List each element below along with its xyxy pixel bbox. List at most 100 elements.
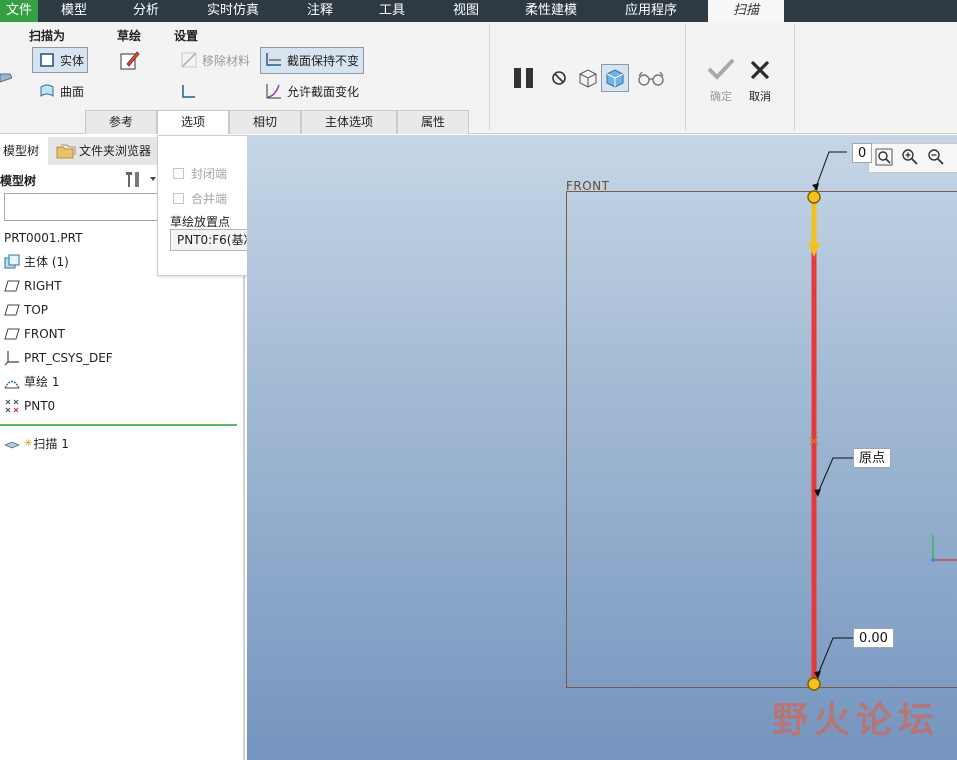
- tree-item-front[interactable]: FRONT: [4, 324, 65, 344]
- tree-item-sweep[interactable]: ✳ 扫描 1: [4, 434, 69, 454]
- cancel-label: 取消: [749, 90, 771, 103]
- start-direction-arrowhead: [808, 243, 820, 257]
- thicken-icon[interactable]: [180, 82, 198, 100]
- tree-item-top[interactable]: TOP: [4, 300, 48, 320]
- solid-icon: [40, 53, 54, 67]
- solid-button[interactable]: 实体: [38, 51, 84, 69]
- tree-item-right-label: RIGHT: [24, 279, 62, 293]
- keep-section-label: 截面保持不变: [287, 53, 360, 68]
- ok-label: 确定: [710, 90, 732, 103]
- cancel-x-icon[interactable]: [748, 58, 772, 82]
- tree-item-top-label: TOP: [24, 303, 49, 317]
- insert-here-divider: [0, 424, 237, 426]
- menu-tools[interactable]: 工具: [366, 0, 418, 22]
- ribbon: 扫描为 实体 曲面 草绘 设置 移除材料 截面保持不变 允许截面变化 确定 取消…: [0, 22, 957, 134]
- datum-plane-icon: [4, 304, 20, 316]
- graphics-viewport[interactable]: FRONT 0 原点 0.00 野火论坛: [247, 135, 957, 760]
- surface-button[interactable]: 曲面: [38, 82, 84, 100]
- menu-annotate[interactable]: 注释: [294, 0, 346, 22]
- sketch-placement-label: 草绘放置点: [170, 215, 231, 229]
- coordinate-system-icon: [4, 351, 19, 366]
- top-callout-leader: [814, 151, 847, 191]
- menu-bar: 文件 模型 分析 实时仿真 注释 工具 视图 柔性建模 应用程序 扫描: [0, 0, 957, 22]
- sweep-trajectory-graphics: [807, 151, 957, 691]
- tree-item-body[interactable]: 主体 (1): [4, 252, 69, 272]
- merge-ends-checkbox[interactable]: 合并端: [173, 190, 227, 207]
- folder-browser-icon: [56, 144, 76, 159]
- cap-ends-checkbox[interactable]: 封闭端: [173, 165, 227, 182]
- menu-live-simulation[interactable]: 实时仿真: [196, 0, 270, 22]
- menu-view[interactable]: 视图: [440, 0, 492, 22]
- tab-options[interactable]: 选项: [157, 110, 229, 134]
- model-tree-search-input[interactable]: [4, 193, 164, 221]
- menu-file[interactable]: 文件: [0, 0, 38, 22]
- datum-plane-icon: [4, 280, 20, 292]
- merge-ends-label: 合并端: [191, 192, 228, 206]
- menu-sweep[interactable]: 扫描: [708, 0, 784, 22]
- tab-tangency[interactable]: 相切: [229, 110, 301, 134]
- tree-item-pnt0-label: PNT0: [24, 399, 56, 413]
- model-tree-header: 模型树: [0, 174, 37, 188]
- extrude-icon: [0, 73, 12, 83]
- menu-analysis[interactable]: 分析: [120, 0, 172, 22]
- sweep-as-label: 扫描为: [29, 29, 66, 43]
- tab-model-tree[interactable]: 模型树: [3, 138, 39, 164]
- menu-applications[interactable]: 应用程序: [612, 0, 690, 22]
- new-feature-star-icon: ✳: [24, 438, 33, 449]
- bottom-value-callout[interactable]: 0.00: [853, 628, 894, 648]
- constant-section-icon: [266, 53, 281, 66]
- menu-flexible-modeling[interactable]: 柔性建模: [512, 0, 590, 22]
- start-handle: [807, 190, 821, 204]
- tree-item-sketch[interactable]: 草绘 1: [4, 372, 59, 392]
- tab-body-options[interactable]: 主体选项: [301, 110, 397, 134]
- allow-section-change-label: 允许截面变化: [287, 84, 360, 99]
- sweep-feature-icon: [4, 441, 20, 449]
- forum-watermark: 野火论坛: [772, 699, 941, 741]
- allow-section-change-button[interactable]: 允许截面变化: [265, 82, 359, 100]
- cap-ends-label: 封闭端: [191, 167, 228, 181]
- sketch-icon[interactable]: [118, 49, 142, 73]
- tree-settings-tools-icon[interactable]: [123, 169, 157, 189]
- tree-item-sketch-label: 草绘 1: [24, 375, 60, 389]
- tree-root-label: PRT0001.PRT: [4, 231, 83, 245]
- keep-section-button[interactable]: 截面保持不变: [265, 51, 359, 69]
- pause-icon[interactable]: [511, 65, 537, 91]
- tree-item-front-label: FRONT: [24, 327, 65, 341]
- origin-callout[interactable]: 原点: [853, 448, 892, 468]
- tree-item-sweep-label: 扫描 1: [33, 437, 69, 451]
- verify-glasses-icon[interactable]: [637, 68, 665, 88]
- sketch-label: 草绘: [117, 29, 142, 43]
- tab-references[interactable]: 参考: [85, 110, 157, 134]
- remove-material-label: 移除材料: [202, 53, 251, 68]
- remove-material-button[interactable]: 移除材料: [180, 51, 250, 69]
- cap-ends-box: [173, 168, 184, 179]
- solid-label: 实体: [60, 53, 85, 68]
- tab-folder-browser[interactable]: 文件夹浏览器: [79, 138, 151, 164]
- mesh-preview-icon[interactable]: [576, 66, 600, 90]
- menu-model[interactable]: 模型: [48, 0, 100, 22]
- tree-item-csys[interactable]: PRT_CSYS_DEF: [4, 348, 113, 368]
- shaded-preview-icon[interactable]: [603, 66, 627, 90]
- tree-item-right[interactable]: RIGHT: [4, 276, 62, 296]
- tree-item-body-label: 主体 (1): [24, 255, 69, 269]
- variable-section-icon: [266, 84, 281, 99]
- sketch-feature-icon: [4, 380, 20, 389]
- datum-plane-icon: [4, 328, 20, 340]
- no-preview-icon[interactable]: [550, 69, 568, 87]
- tree-item-csys-label: PRT_CSYS_DEF: [24, 351, 113, 365]
- bottom-callout-leader: [816, 637, 853, 678]
- tree-item-pnt0[interactable]: PNT0: [4, 396, 55, 416]
- datum-point-icon: [5, 399, 19, 413]
- surface-label: 曲面: [60, 84, 85, 99]
- merge-ends-box: [173, 193, 184, 204]
- surface-icon: [40, 84, 54, 97]
- tab-properties[interactable]: 属性: [397, 110, 469, 134]
- tree-root-part[interactable]: PRT0001.PRT: [4, 228, 82, 248]
- origin-callout-leader: [816, 457, 853, 496]
- end-handle: [807, 677, 821, 691]
- body-icon: [4, 254, 20, 269]
- top-value-callout[interactable]: 0: [852, 143, 873, 163]
- settings-label: 设置: [174, 29, 199, 43]
- remove-material-icon: [181, 52, 197, 68]
- ok-check-icon[interactable]: [706, 56, 736, 82]
